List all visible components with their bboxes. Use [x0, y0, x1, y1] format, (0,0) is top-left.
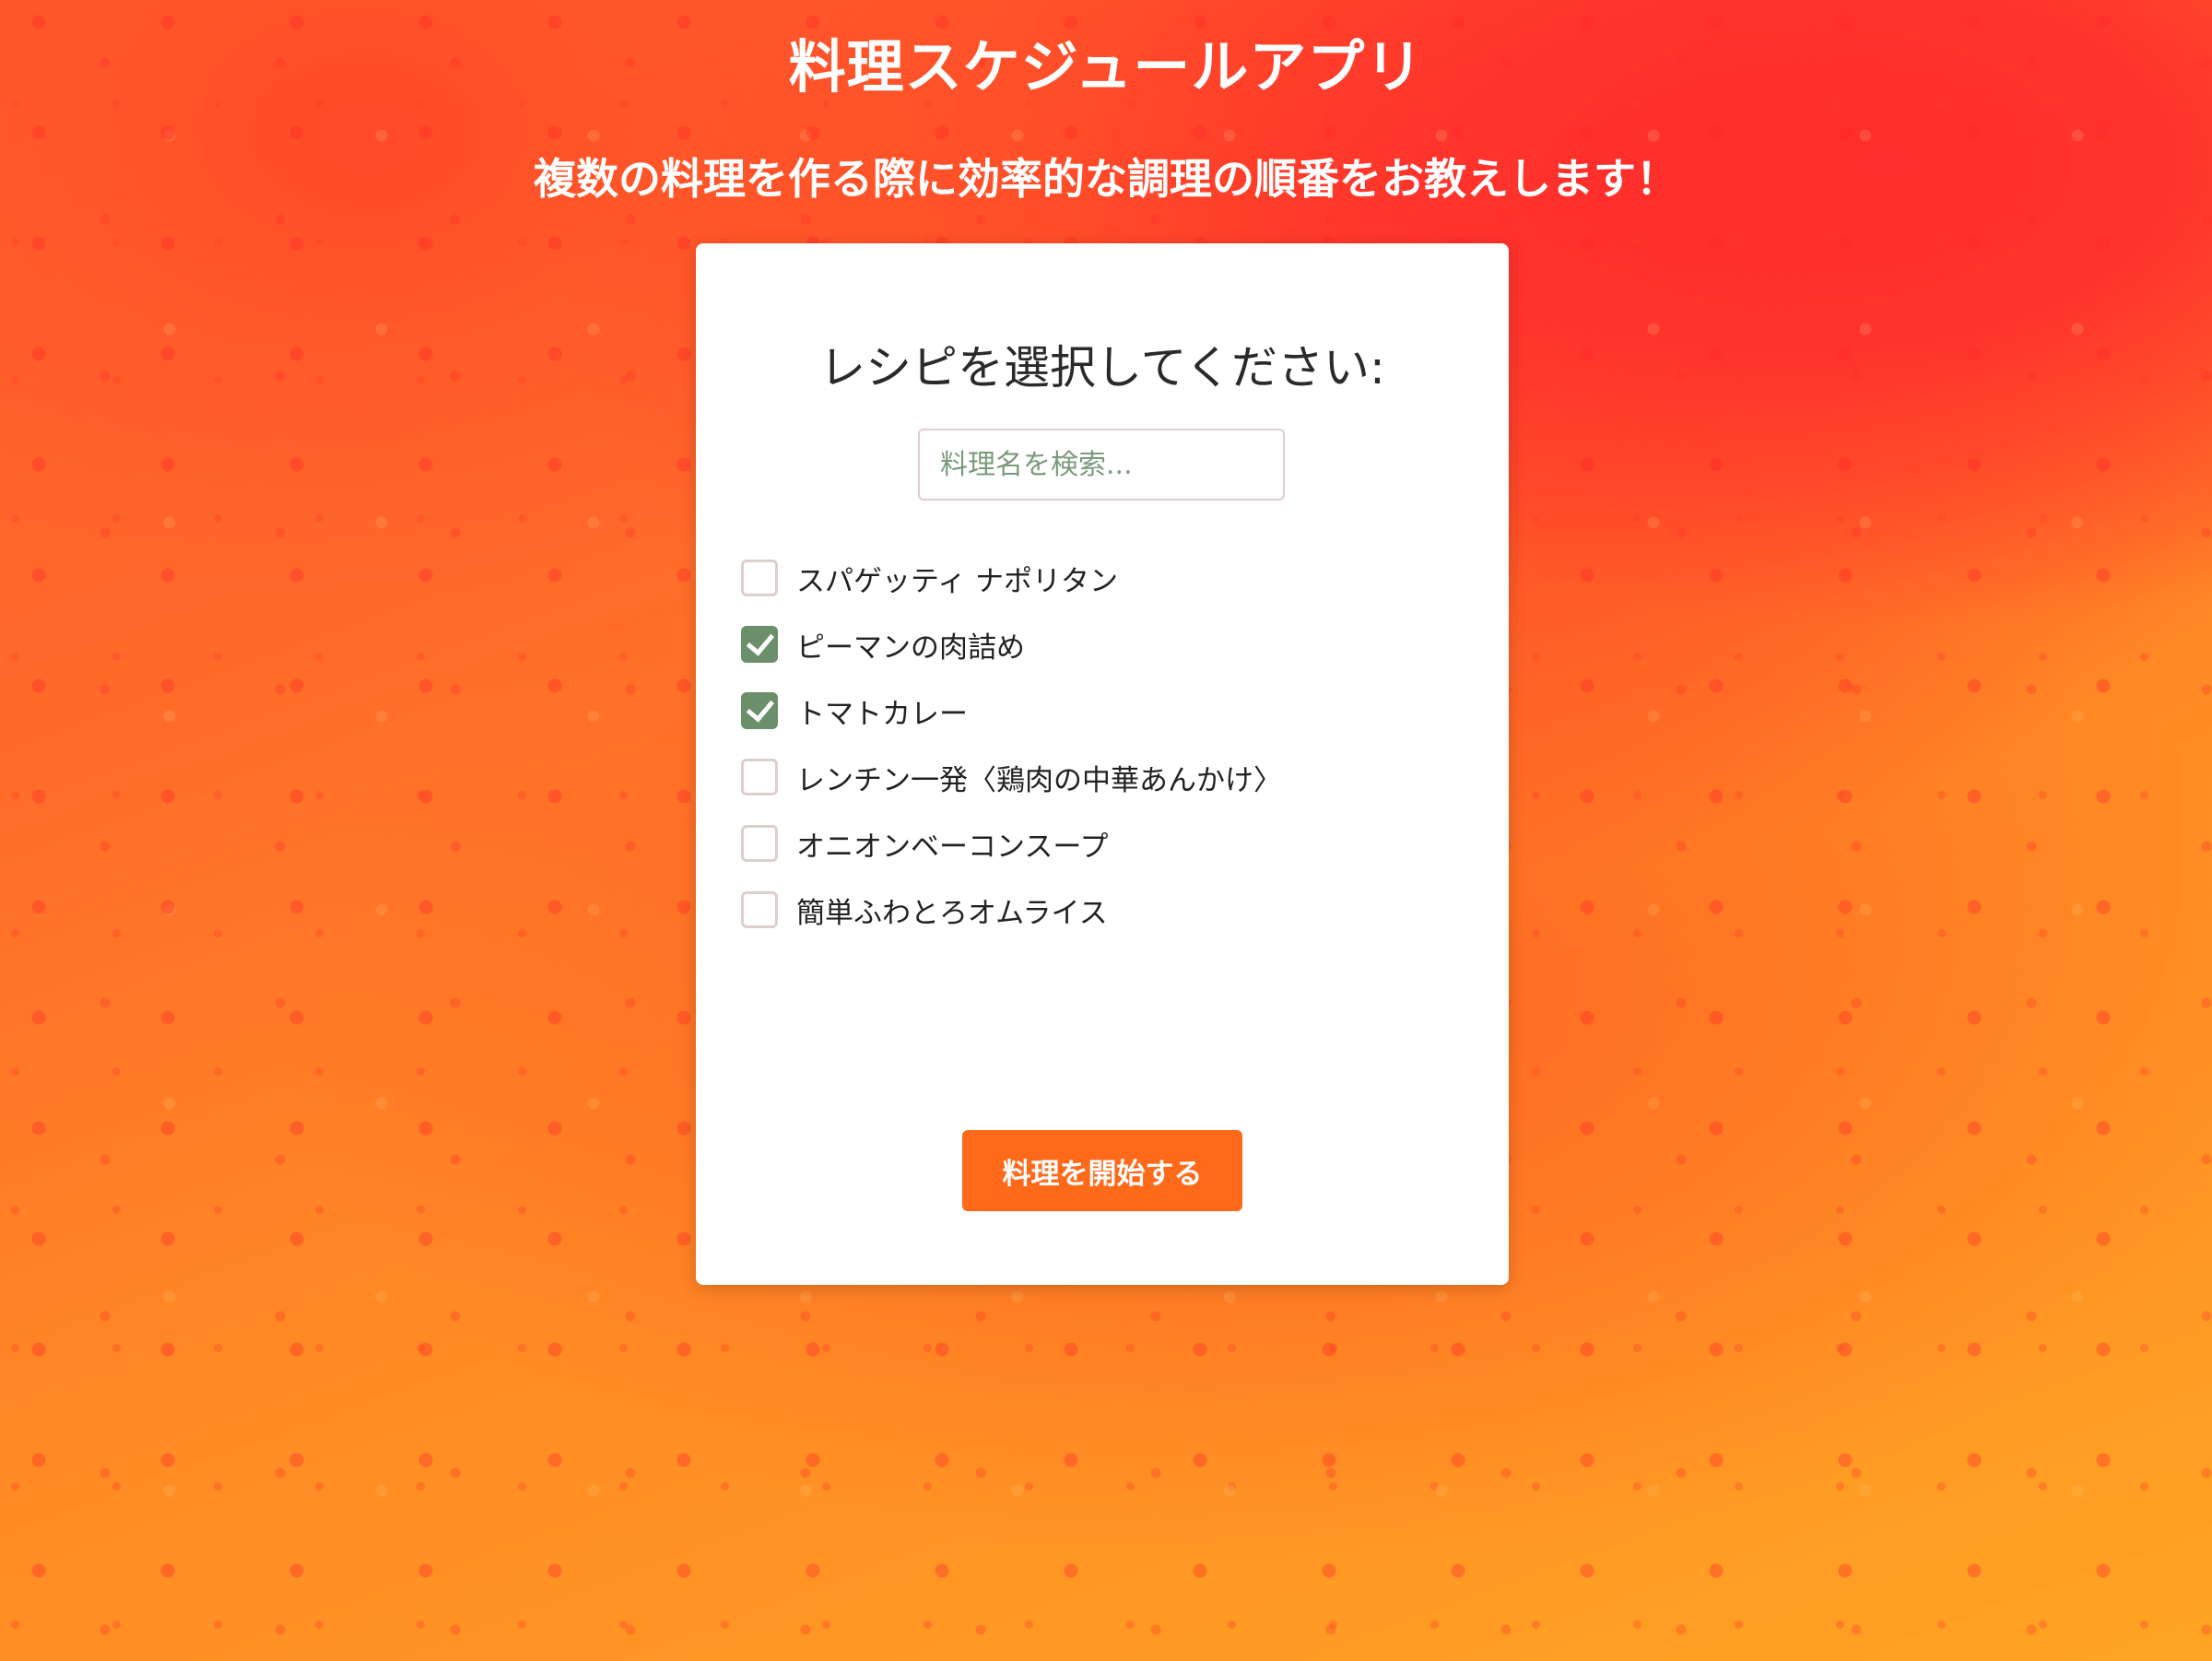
- recipe-checkbox[interactable]: [741, 825, 778, 862]
- recipe-label[interactable]: レンチン一発〈鶏肉の中華あんかけ〉: [796, 757, 1282, 798]
- check-icon: [746, 626, 774, 656]
- recipe-label[interactable]: オニオンベーコンスープ: [796, 823, 1109, 865]
- recipe-item[interactable]: オニオンベーコンスープ: [741, 810, 1282, 877]
- recipe-checkbox[interactable]: [741, 891, 778, 928]
- recipe-checkbox[interactable]: [741, 560, 778, 596]
- recipe-label[interactable]: 簡単ふわとろオムライス: [796, 889, 1108, 931]
- start-cooking-button[interactable]: 料理を開始する: [962, 1130, 1242, 1211]
- recipe-item[interactable]: ピーマンの肉詰め: [741, 611, 1282, 677]
- recipe-list: スパゲッティ ナポリタン ピーマンの肉詰め トマトカレー レンチン一発〈鶏肉の中…: [741, 545, 1282, 943]
- recipe-item[interactable]: 簡単ふわとろオムライス: [741, 877, 1282, 943]
- recipe-label[interactable]: スパゲッティ ナポリタン: [796, 558, 1118, 599]
- recipe-item[interactable]: レンチン一発〈鶏肉の中華あんかけ〉: [741, 744, 1282, 810]
- recipe-checkbox[interactable]: [741, 626, 778, 663]
- card-heading: レシピを選択してください:: [819, 341, 1385, 395]
- recipe-label[interactable]: トマトカレー: [796, 690, 968, 732]
- check-icon: [746, 692, 774, 723]
- recipe-checkbox[interactable]: [741, 692, 778, 729]
- recipe-label[interactable]: ピーマンの肉詰め: [796, 624, 1025, 666]
- recipe-checkbox[interactable]: [741, 759, 778, 795]
- recipe-search-input[interactable]: [918, 429, 1285, 501]
- recipe-item[interactable]: スパゲッティ ナポリタン: [741, 545, 1282, 611]
- app-subtitle: 複数の料理を作る際に効率的な調理の順番をお教えします！: [534, 154, 1678, 204]
- recipe-item[interactable]: トマトカレー: [741, 677, 1282, 744]
- app-title: 料理スケジュールアプリ: [788, 33, 1424, 100]
- recipe-selection-card: レシピを選択してください: スパゲッティ ナポリタン ピーマンの肉詰め トマトカ…: [696, 243, 1509, 1285]
